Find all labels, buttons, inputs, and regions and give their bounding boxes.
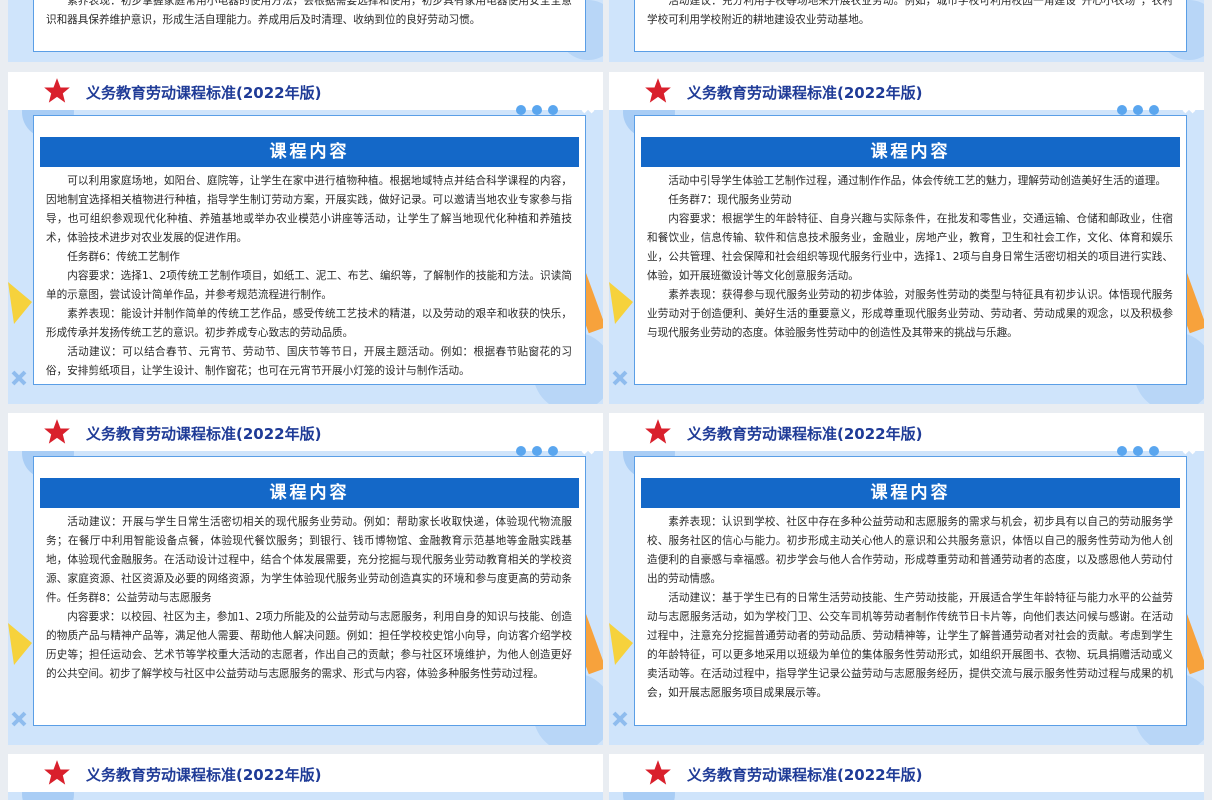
content-card: 活动建议：充分利用学校等场地来开展农业劳动。例如，城市学校可利用校园一角建设“开… xyxy=(634,0,1187,52)
paragraph: 内容要求：选择1、2项传统工艺制作项目，如纸工、泥工、布艺、编织等，了解制作的技… xyxy=(46,270,572,301)
slide-1-left: 义务教育劳动课程标准(2022年版) 课程内容 可以利用家庭场地，如阳台、庭院等… xyxy=(8,72,603,404)
star-icon xyxy=(44,78,70,103)
slide-title: 义务教育劳动课程标准(2022年版) xyxy=(86,425,322,443)
paragraph: 内容要求：根据学生的年龄特征、自身兴趣与实际条件，在批发和零售业，交通运输、仓储… xyxy=(647,213,1173,282)
slide-title: 义务教育劳动课程标准(2022年版) xyxy=(687,766,923,784)
paragraph: 活动建议：充分利用学校等场地来开展农业劳动。例如，城市学校可利用校园一角建设“开… xyxy=(647,0,1173,26)
paragraph: 活动建议：可以结合春节、元宵节、劳动节、国庆节等节日，开展主题活动。例如：根据春… xyxy=(46,346,572,377)
slide-title: 义务教育劳动课程标准(2022年版) xyxy=(86,84,322,102)
content-card: 课程内容 活动中引导学生体验工艺制作过程，通过制作作品，体会传统工艺的魅力，理解… xyxy=(634,115,1187,385)
slide-header: 义务教育劳动课程标准(2022年版) xyxy=(609,754,1204,792)
content-card: 课程内容 素养表现：认识到学校、社区中存在多种公益劳动和志愿服务的需求与机会，初… xyxy=(634,456,1187,726)
content-card: 课程内容 活动建议：开展与学生日常生活密切相关的现代服务业劳动。例如：帮助家长收… xyxy=(33,456,586,726)
card-heading: 课程内容 xyxy=(641,478,1180,508)
card-body: 活动中引导学生体验工艺制作过程，通过制作作品，体会传统工艺的魅力，理解劳动创造美… xyxy=(647,172,1173,343)
slide-partial-bottom-left: 义务教育劳动课程标准(2022年版) xyxy=(8,754,603,800)
paragraph: 内容要求：以校园、社区为主，参加1、2项力所能及的公益劳动与志愿服务，利用自身的… xyxy=(46,611,572,680)
slide-partial-top-right: 活动建议：充分利用学校等场地来开展农业劳动。例如，城市学校可利用校园一角建设“开… xyxy=(609,0,1204,62)
slide-title: 义务教育劳动课程标准(2022年版) xyxy=(86,766,322,784)
content-card: 课程内容 可以利用家庭场地，如阳台、庭院等，让学生在家中进行植物种植。根据地域特… xyxy=(33,115,586,385)
paragraph: 活动建议：基于学生已有的日常生活劳动技能、生产劳动技能，开展适合学生年龄特征与能… xyxy=(647,592,1173,699)
star-icon xyxy=(645,760,671,785)
slide-title: 义务教育劳动课程标准(2022年版) xyxy=(687,84,923,102)
paragraph: 素养表现：能设计并制作简单的传统工艺作品，感受传统工艺技术的精湛，以及劳动的艰辛… xyxy=(46,308,572,339)
slide-header: 义务教育劳动课程标准(2022年版) xyxy=(8,754,603,792)
card-heading: 课程内容 xyxy=(40,478,579,508)
slide-1-right: 义务教育劳动课程标准(2022年版) 课程内容 活动中引导学生体验工艺制作过程，… xyxy=(609,72,1204,404)
card-body: 活动建议：充分利用学校等场地来开展农业劳动。例如，城市学校可利用校园一角建设“开… xyxy=(647,0,1173,30)
paragraph: 素养表现：初步掌握家庭常用小电器的使用方法，会根据需要选择和使用，初步具有家用电… xyxy=(46,0,572,26)
paragraph: 任务群7：现代服务业劳动 xyxy=(668,194,792,206)
paragraph: 活动中引导学生体验工艺制作过程，通过制作作品，体会传统工艺的魅力，理解劳动创造美… xyxy=(668,175,1167,187)
slide-partial-bottom-right: 义务教育劳动课程标准(2022年版) xyxy=(609,754,1204,800)
slide-title: 义务教育劳动课程标准(2022年版) xyxy=(687,425,923,443)
paragraph: 可以利用家庭场地，如阳台、庭院等，让学生在家中进行植物种植。根据地域特点并结合科… xyxy=(46,175,572,244)
content-card: 素养表现：初步掌握家庭常用小电器的使用方法，会根据需要选择和使用，初步具有家用电… xyxy=(33,0,586,52)
slide-2-right: 义务教育劳动课程标准(2022年版) 课程内容 素养表现：认识到学校、社区中存在… xyxy=(609,413,1204,745)
star-icon xyxy=(44,419,70,444)
slide-2-left: 义务教育劳动课程标准(2022年版) 课程内容 活动建议：开展与学生日常生活密切… xyxy=(8,413,603,745)
card-body: 素养表现：认识到学校、社区中存在多种公益劳动和志愿服务的需求与机会，初步具有以自… xyxy=(647,513,1173,703)
card-body: 可以利用家庭场地，如阳台、庭院等，让学生在家中进行植物种植。根据地域特点并结合科… xyxy=(46,172,572,381)
card-heading: 课程内容 xyxy=(40,137,579,167)
star-icon xyxy=(44,760,70,785)
card-body: 活动建议：开展与学生日常生活密切相关的现代服务业劳动。例如：帮助家长收取快递，体… xyxy=(46,513,572,684)
paragraph: 活动建议：开展与学生日常生活密切相关的现代服务业劳动。例如：帮助家长收取快递，体… xyxy=(46,516,572,604)
paragraph: 素养表现：认识到学校、社区中存在多种公益劳动和志愿服务的需求与机会，初步具有以自… xyxy=(647,516,1173,585)
slide-partial-top-left: 素养表现：初步掌握家庭常用小电器的使用方法，会根据需要选择和使用，初步具有家用电… xyxy=(8,0,603,62)
card-heading: 课程内容 xyxy=(641,137,1180,167)
star-icon xyxy=(645,419,671,444)
card-body: 素养表现：初步掌握家庭常用小电器的使用方法，会根据需要选择和使用，初步具有家用电… xyxy=(46,0,572,30)
paragraph: 任务群6：传统工艺制作 xyxy=(67,251,180,263)
paragraph: 素养表现：获得参与现代服务业劳动的初步体验，对服务性劳动的类型与特征具有初步认识… xyxy=(647,289,1173,339)
star-icon xyxy=(645,78,671,103)
